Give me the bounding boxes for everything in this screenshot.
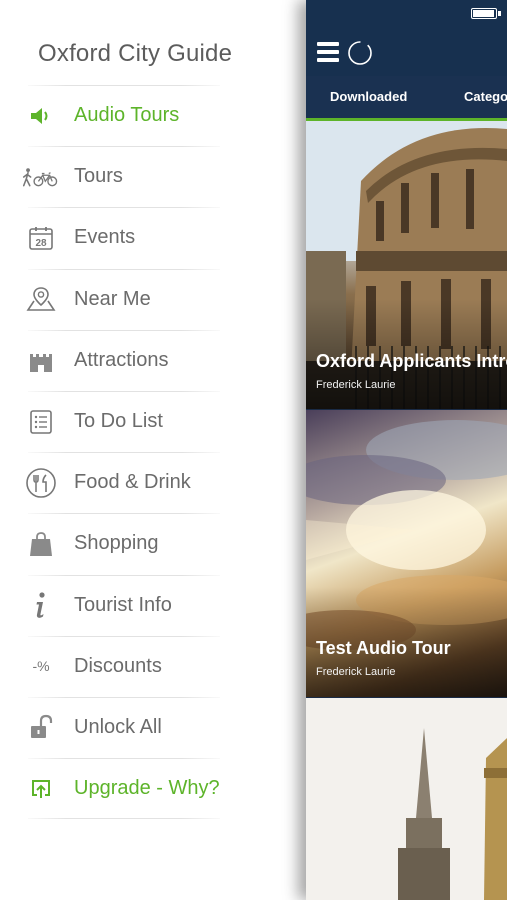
menu-item-label: Attractions xyxy=(74,348,169,371)
percent-icon: -% xyxy=(22,651,60,681)
info-icon xyxy=(22,590,60,620)
menu-item-label: Audio Tours xyxy=(74,104,180,127)
shopping-bag-icon xyxy=(22,529,60,559)
menu-item-label: Events xyxy=(74,226,136,249)
calendar-day: 28 xyxy=(35,238,47,249)
card-author: Frederick Laurie xyxy=(316,666,396,678)
discount-symbol: -% xyxy=(32,658,49,674)
speaker-icon xyxy=(22,101,60,131)
tour-card[interactable]: Oxford Applicants Introduction Frederick… xyxy=(306,121,507,409)
menu-item-attractions[interactable]: Attractions xyxy=(0,329,306,391)
walker-bicycle-icon xyxy=(22,162,60,192)
map-pin-icon xyxy=(22,284,60,314)
card-title: Test Audio Tour xyxy=(316,638,451,658)
tab-downloaded[interactable]: Downloaded xyxy=(330,76,407,118)
calendar-icon: 28 xyxy=(22,223,60,253)
side-menu: Oxford City Guide Audio Tours Tours 28 E… xyxy=(0,0,306,900)
menu-item-label: Near Me xyxy=(74,287,151,310)
card-author: Frederick Laurie xyxy=(316,379,396,391)
menu-item-tourist-info[interactable]: Tourist Info xyxy=(0,574,306,636)
menu-item-food-drink[interactable]: Food & Drink xyxy=(0,452,306,513)
main-panel: Downloaded Categories xyxy=(306,0,507,900)
menu-item-audio-tours[interactable]: Audio Tours xyxy=(0,85,306,146)
menu-title: Oxford City Guide xyxy=(38,40,233,67)
tab-categories[interactable]: Categories xyxy=(464,76,507,118)
hamburger-menu-icon[interactable] xyxy=(317,42,339,62)
fork-knife-icon xyxy=(22,467,60,498)
menu-item-label: To Do List xyxy=(74,410,163,433)
menu-item-to-do-list[interactable]: To Do List xyxy=(0,390,306,452)
menu-item-label: Upgrade - Why? xyxy=(74,777,220,800)
menu-item-events[interactable]: 28 Events xyxy=(0,207,306,268)
menu-item-label: Food & Drink xyxy=(74,471,191,494)
tour-card[interactable] xyxy=(306,698,507,900)
menu-item-label: Discounts xyxy=(74,654,162,677)
menu-item-upgrade[interactable]: Upgrade - Why? xyxy=(0,758,306,820)
navbar xyxy=(306,0,507,76)
refresh-icon[interactable] xyxy=(347,40,373,66)
castle-icon xyxy=(22,345,60,375)
menu-item-near-me[interactable]: Near Me xyxy=(0,268,306,330)
menu-item-tours[interactable]: Tours xyxy=(0,146,306,207)
tour-card[interactable]: Test Audio Tour Frederick Laurie xyxy=(306,410,507,697)
card-title: Oxford Applicants Introduction xyxy=(316,351,507,371)
upgrade-icon xyxy=(22,774,60,804)
padlock-icon xyxy=(22,712,60,742)
menu-list: Audio Tours Tours 28 Events Near Me Attr… xyxy=(0,85,306,820)
menu-item-discounts[interactable]: -% Discounts xyxy=(0,635,306,697)
checklist-icon xyxy=(22,407,60,437)
menu-item-unlock-all[interactable]: Unlock All xyxy=(0,696,306,758)
menu-item-label: Tours xyxy=(74,165,123,188)
tab-bar: Downloaded Categories xyxy=(306,76,507,121)
menu-item-label: Shopping xyxy=(74,532,159,555)
menu-item-label: Unlock All xyxy=(74,715,162,738)
menu-item-shopping[interactable]: Shopping xyxy=(0,513,306,574)
battery-icon xyxy=(471,8,501,19)
menu-item-label: Tourist Info xyxy=(74,593,172,616)
spire-image xyxy=(306,698,507,900)
